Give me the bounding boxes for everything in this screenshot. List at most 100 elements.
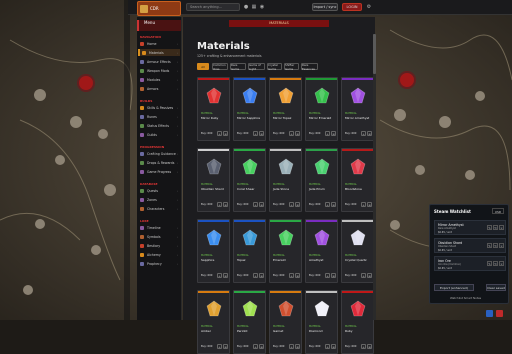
material-card[interactable]: MATERIAL Emerald Buy: 600 + ≡ bbox=[269, 219, 302, 283]
bookmark-icon[interactable]: ≡ bbox=[331, 273, 336, 278]
tab-rare-gems[interactable]: Rare Gems bbox=[230, 63, 246, 71]
watch-icon[interactable]: + bbox=[361, 344, 366, 349]
edit-icon[interactable]: ✎ bbox=[487, 225, 492, 230]
sidebar-item-weapon-mods[interactable]: Weapon Mods › bbox=[138, 67, 180, 74]
sidebar-item-armors[interactable]: Armors › bbox=[138, 85, 180, 92]
close-icon[interactable]: × bbox=[499, 261, 504, 266]
alert-icon[interactable] bbox=[496, 310, 503, 317]
tab-crystal-gems[interactable]: Crystal Gems bbox=[267, 63, 282, 71]
material-card[interactable]: MATERIAL Ruby Buy: 600 + ≡ bbox=[341, 290, 374, 354]
bookmark-icon[interactable]: ≡ bbox=[259, 344, 264, 349]
bookmark-icon[interactable]: ≡ bbox=[259, 273, 264, 278]
material-card[interactable]: MATERIAL Peridot Buy: 600 + ≡ bbox=[233, 290, 266, 354]
bookmark-icon[interactable]: ≡ bbox=[295, 344, 300, 349]
sidebar-item-runes[interactable]: Runes › bbox=[138, 113, 180, 120]
material-card[interactable]: MATERIAL Topaz Buy: 600 + ≡ bbox=[233, 219, 266, 283]
watchlist-row[interactable]: Mirror Amethyst Rare Amethyst $0.65 / unit… bbox=[434, 220, 506, 235]
close-icon[interactable]: × bbox=[499, 225, 504, 230]
watch-icon[interactable]: + bbox=[253, 131, 258, 136]
sidebar-item-status-effects[interactable]: Status Effects › bbox=[138, 122, 180, 129]
sidebar-item-guilds[interactable]: Guilds › bbox=[138, 131, 180, 138]
material-card[interactable]: MATERIAL Jade Prism Buy: 600 + ≡ bbox=[305, 148, 338, 212]
watch-icon[interactable]: + bbox=[325, 273, 330, 278]
tab-shifter-gems[interactable]: Shifter Gems bbox=[284, 63, 299, 71]
export-button[interactable]: Export (enhanced) bbox=[434, 284, 474, 291]
material-card[interactable]: MATERIAL Crystal Quartz Buy: 600 + ≡ bbox=[341, 219, 374, 283]
material-card[interactable]: MATERIAL Jade Stone Buy: 600 + ≡ bbox=[269, 148, 302, 212]
login-button[interactable]: LOGIN bbox=[342, 3, 362, 11]
sidebar-item-quests[interactable]: Quests › bbox=[138, 187, 180, 194]
bookmark-icon[interactable]: ≡ bbox=[331, 344, 336, 349]
sidebar-item-timeline[interactable]: Timeline › bbox=[138, 224, 180, 231]
watch-icon[interactable]: + bbox=[217, 344, 222, 349]
material-card[interactable]: MATERIAL Obsidian Shard Buy: 600 + ≡ bbox=[197, 148, 230, 212]
app-logo[interactable]: CDR bbox=[137, 1, 181, 16]
bookmark-icon[interactable]: ≡ bbox=[223, 202, 228, 207]
tab-common-ores[interactable]: Common Ores bbox=[212, 63, 228, 71]
bookmark-icon[interactable]: ≡ bbox=[259, 131, 264, 136]
sidebar-item-zones[interactable]: Zones › bbox=[138, 196, 180, 203]
sidebar-item-skills-passives[interactable]: Skills & Passives › bbox=[138, 104, 180, 111]
material-card[interactable]: MATERIAL Mirror Amethyst Buy: 600 + ≡ bbox=[341, 77, 374, 141]
chat-icon[interactable] bbox=[486, 310, 493, 317]
sidebar-item-armour-effects[interactable]: Armour Effects › bbox=[138, 58, 180, 65]
watch-icon[interactable]: + bbox=[253, 273, 258, 278]
sidebar-item-characters[interactable]: Characters › bbox=[138, 205, 180, 212]
bookmark-icon[interactable]: ≡ bbox=[295, 131, 300, 136]
clear-button[interactable]: Clear saved bbox=[486, 284, 506, 291]
material-card[interactable]: MATERIAL Mirror Emerald Buy: 600 + ≡ bbox=[305, 77, 338, 141]
watch-icon[interactable]: + bbox=[289, 131, 294, 136]
watch-icon[interactable]: + bbox=[361, 273, 366, 278]
bookmark-icon[interactable]: ≡ bbox=[295, 273, 300, 278]
bookmark-icon[interactable]: ≡ bbox=[259, 202, 264, 207]
watch-icon[interactable]: + bbox=[289, 202, 294, 207]
refresh-icon[interactable]: ↻ bbox=[493, 243, 498, 248]
material-card[interactable]: MATERIAL Sapphire Buy: 600 + ≡ bbox=[197, 219, 230, 283]
sidebar-item-alchemy[interactable]: Alchemy › bbox=[138, 251, 180, 258]
tab-rare-essences[interactable]: Rare Essences bbox=[301, 63, 318, 71]
material-card[interactable]: MATERIAL Mirror Topaz Buy: 600 + ≡ bbox=[269, 77, 302, 141]
bookmark-icon[interactable]: ≡ bbox=[295, 202, 300, 207]
sidebar-item-bestiary[interactable]: Bestiary › bbox=[138, 242, 180, 249]
material-card[interactable]: MATERIAL Bloodstone Buy: 600 + ≡ bbox=[341, 148, 374, 212]
watchlist-row[interactable]: Obsidian Shard Obsidian Shard $0.65 / unit… bbox=[434, 238, 506, 253]
bookmark-icon[interactable]: ≡ bbox=[223, 131, 228, 136]
tab-all[interactable]: All bbox=[197, 63, 209, 70]
material-card[interactable]: MATERIAL Mirror Sapphire Buy: 600 + ≡ bbox=[233, 77, 266, 141]
material-card[interactable]: MATERIAL Garnet Buy: 600 + ≡ bbox=[269, 290, 302, 354]
watch-icon[interactable]: + bbox=[325, 344, 330, 349]
watch-icon[interactable]: + bbox=[361, 131, 366, 136]
tab-gems-of-light[interactable]: Gems of Light bbox=[248, 63, 265, 71]
close-icon[interactable]: × bbox=[499, 243, 504, 248]
watch-icon[interactable]: + bbox=[217, 273, 222, 278]
watch-icon[interactable]: + bbox=[253, 202, 258, 207]
search-input[interactable]: Search anything... bbox=[186, 3, 240, 11]
bookmark-icon[interactable]: ≡ bbox=[367, 344, 372, 349]
edit-icon[interactable]: ✎ bbox=[487, 243, 492, 248]
grid-icon[interactable]: ▦ bbox=[251, 4, 257, 10]
scrollbar[interactable] bbox=[373, 34, 376, 320]
settings-icon[interactable]: ⚙ bbox=[366, 4, 372, 10]
refresh-icon[interactable]: ↻ bbox=[493, 261, 498, 266]
sidebar-item-drops-rewards[interactable]: Drops & Rewards › bbox=[138, 159, 180, 166]
edit-icon[interactable]: ✎ bbox=[487, 261, 492, 266]
sidebar-item-crafting-guidance[interactable]: Crafting Guidance › bbox=[138, 150, 180, 157]
watch-icon[interactable]: + bbox=[217, 202, 222, 207]
sidebar-item-prophecy[interactable]: Prophecy › bbox=[138, 260, 180, 267]
scrollbar-thumb[interactable] bbox=[373, 34, 376, 74]
bookmark-icon[interactable]: ≡ bbox=[331, 131, 336, 136]
watch-icon[interactable]: + bbox=[325, 202, 330, 207]
watch-icon[interactable]: + bbox=[361, 202, 366, 207]
watch-icon[interactable]: + bbox=[289, 273, 294, 278]
sidebar-item-symbols[interactable]: Symbols › bbox=[138, 233, 180, 240]
material-card[interactable]: MATERIAL Mirror Ruby Buy: 600 + ≡ bbox=[197, 77, 230, 141]
watch-icon[interactable]: + bbox=[253, 344, 258, 349]
bookmark-icon[interactable]: ≡ bbox=[223, 344, 228, 349]
sidebar-item-materials[interactable]: Materials › bbox=[138, 49, 180, 56]
watch-icon[interactable]: + bbox=[289, 344, 294, 349]
sidebar-item-home[interactable]: Home › bbox=[138, 40, 180, 47]
material-card[interactable]: MATERIAL Coral Shear Buy: 600 + ≡ bbox=[233, 148, 266, 212]
material-card[interactable]: MATERIAL Amethyst Buy: 600 + ≡ bbox=[305, 219, 338, 283]
bookmark-icon[interactable]: ≡ bbox=[223, 273, 228, 278]
material-card[interactable]: MATERIAL Diamond Buy: 600 + ≡ bbox=[305, 290, 338, 354]
